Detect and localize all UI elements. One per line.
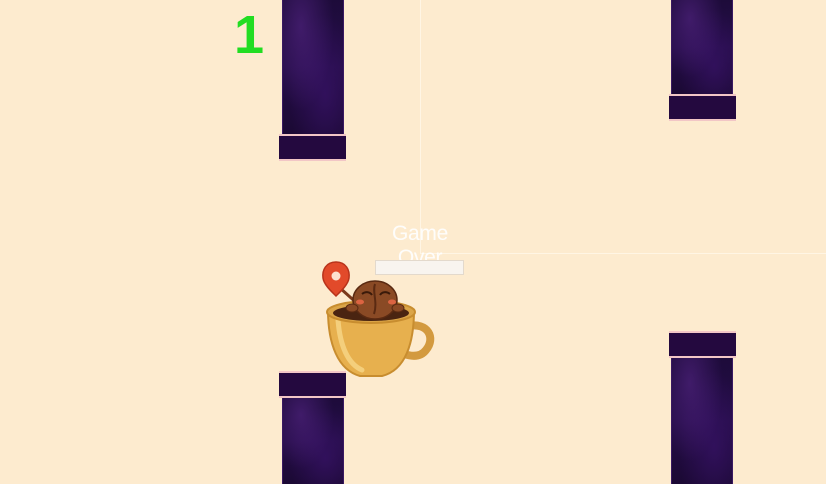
pipe-top bbox=[282, 0, 344, 134]
player-coffee-cup bbox=[322, 261, 435, 377]
pipe-top-cap bbox=[279, 134, 346, 161]
game-canvas[interactable]: 1 Game Over bbox=[0, 0, 826, 484]
divider-line bbox=[420, 253, 826, 254]
pipe-top-cap bbox=[669, 94, 736, 121]
pipe-bottom-cap bbox=[669, 331, 736, 358]
score-counter: 1 bbox=[234, 5, 265, 65]
pipe-bottom bbox=[671, 358, 733, 484]
pipe-top bbox=[671, 0, 733, 94]
divider-line bbox=[420, 0, 421, 254]
pipe-bottom bbox=[282, 398, 344, 484]
